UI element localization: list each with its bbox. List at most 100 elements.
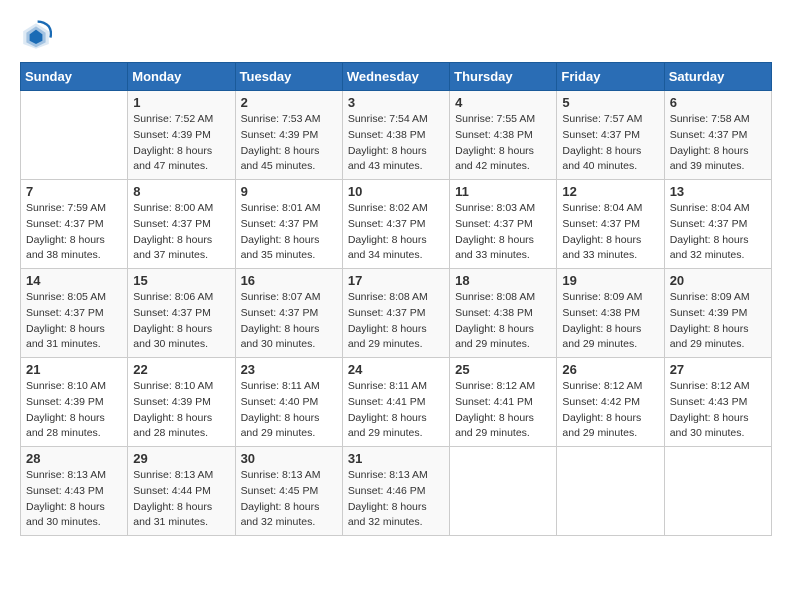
calendar-cell: 27 Sunrise: 8:12 AM Sunset: 4:43 PM Dayli… (664, 358, 771, 447)
day-number: 6 (670, 95, 766, 110)
weekday-header-sunday: Sunday (21, 63, 128, 91)
calendar-cell: 4Sunrise: 7:55 AM Sunset: 4:38 PM Daylig… (450, 91, 557, 180)
weekday-header-tuesday: Tuesday (235, 63, 342, 91)
logo (20, 20, 56, 52)
calendar-cell: 9 Sunrise: 8:01 AM Sunset: 4:37 PM Daylig… (235, 180, 342, 269)
day-number: 9 (241, 184, 337, 199)
calendar-cell: 28 Sunrise: 8:13 AM Sunset: 4:43 PM Dayli… (21, 447, 128, 536)
calendar-cell: 19 Sunrise: 8:09 AM Sunset: 4:38 PM Dayli… (557, 269, 664, 358)
calendar-cell: 6 Sunrise: 7:58 AM Sunset: 4:37 PM Daylig… (664, 91, 771, 180)
day-number: 8 (133, 184, 229, 199)
day-info: Sunrise: 8:11 AM Sunset: 4:40 PM Dayligh… (241, 379, 337, 442)
day-info: Sunrise: 8:13 AM Sunset: 4:45 PM Dayligh… (241, 468, 337, 531)
weekday-header-monday: Monday (128, 63, 235, 91)
calendar-week-3: 14 Sunrise: 8:05 AM Sunset: 4:37 PM Dayli… (21, 269, 772, 358)
day-number: 17 (348, 273, 444, 288)
day-number: 5 (562, 95, 658, 110)
calendar-cell: 3Sunrise: 7:54 AM Sunset: 4:38 PM Daylig… (342, 91, 449, 180)
weekday-header-saturday: Saturday (664, 63, 771, 91)
calendar-cell: 20Sunrise: 8:09 AM Sunset: 4:39 PM Dayli… (664, 269, 771, 358)
calendar-cell: 12Sunrise: 8:04 AM Sunset: 4:37 PM Dayli… (557, 180, 664, 269)
calendar-week-1: 1 Sunrise: 7:52 AM Sunset: 4:39 PM Daylig… (21, 91, 772, 180)
day-info: Sunrise: 8:03 AM Sunset: 4:37 PM Dayligh… (455, 201, 551, 264)
day-number: 2 (241, 95, 337, 110)
calendar-table: SundayMondayTuesdayWednesdayThursdayFrid… (20, 62, 772, 536)
day-info: Sunrise: 8:09 AM Sunset: 4:38 PM Dayligh… (562, 290, 658, 353)
page-header (20, 20, 772, 52)
calendar-cell: 31Sunrise: 8:13 AM Sunset: 4:46 PM Dayli… (342, 447, 449, 536)
day-info: Sunrise: 7:52 AM Sunset: 4:39 PM Dayligh… (133, 112, 229, 175)
day-info: Sunrise: 8:08 AM Sunset: 4:38 PM Dayligh… (455, 290, 551, 353)
day-number: 13 (670, 184, 766, 199)
day-info: Sunrise: 8:08 AM Sunset: 4:37 PM Dayligh… (348, 290, 444, 353)
day-number: 18 (455, 273, 551, 288)
calendar-week-5: 28 Sunrise: 8:13 AM Sunset: 4:43 PM Dayli… (21, 447, 772, 536)
day-number: 11 (455, 184, 551, 199)
calendar-cell (664, 447, 771, 536)
day-number: 22 (133, 362, 229, 377)
day-info: Sunrise: 8:07 AM Sunset: 4:37 PM Dayligh… (241, 290, 337, 353)
calendar-cell: 8 Sunrise: 8:00 AM Sunset: 4:37 PM Daylig… (128, 180, 235, 269)
day-info: Sunrise: 8:05 AM Sunset: 4:37 PM Dayligh… (26, 290, 122, 353)
day-number: 24 (348, 362, 444, 377)
calendar-cell: 2 Sunrise: 7:53 AM Sunset: 4:39 PM Daylig… (235, 91, 342, 180)
day-info: Sunrise: 8:02 AM Sunset: 4:37 PM Dayligh… (348, 201, 444, 264)
day-info: Sunrise: 7:55 AM Sunset: 4:38 PM Dayligh… (455, 112, 551, 175)
calendar-cell: 25 Sunrise: 8:12 AM Sunset: 4:41 PM Dayli… (450, 358, 557, 447)
day-number: 25 (455, 362, 551, 377)
day-number: 28 (26, 451, 122, 466)
calendar-cell: 23 Sunrise: 8:11 AM Sunset: 4:40 PM Dayli… (235, 358, 342, 447)
calendar-week-4: 21 Sunrise: 8:10 AM Sunset: 4:39 PM Dayli… (21, 358, 772, 447)
calendar-body: 1 Sunrise: 7:52 AM Sunset: 4:39 PM Daylig… (21, 91, 772, 536)
calendar-cell: 15Sunrise: 8:06 AM Sunset: 4:37 PM Dayli… (128, 269, 235, 358)
calendar-cell: 10 Sunrise: 8:02 AM Sunset: 4:37 PM Dayli… (342, 180, 449, 269)
day-info: Sunrise: 8:12 AM Sunset: 4:41 PM Dayligh… (455, 379, 551, 442)
day-number: 23 (241, 362, 337, 377)
day-info: Sunrise: 8:13 AM Sunset: 4:43 PM Dayligh… (26, 468, 122, 531)
day-number: 15 (133, 273, 229, 288)
day-info: Sunrise: 8:10 AM Sunset: 4:39 PM Dayligh… (133, 379, 229, 442)
day-number: 29 (133, 451, 229, 466)
day-info: Sunrise: 8:12 AM Sunset: 4:43 PM Dayligh… (670, 379, 766, 442)
calendar-cell: 11 Sunrise: 8:03 AM Sunset: 4:37 PM Dayli… (450, 180, 557, 269)
day-number: 26 (562, 362, 658, 377)
logo-icon (20, 20, 52, 52)
day-number: 7 (26, 184, 122, 199)
calendar-cell: 5Sunrise: 7:57 AM Sunset: 4:37 PM Daylig… (557, 91, 664, 180)
day-info: Sunrise: 8:01 AM Sunset: 4:37 PM Dayligh… (241, 201, 337, 264)
day-number: 1 (133, 95, 229, 110)
weekday-header-thursday: Thursday (450, 63, 557, 91)
weekday-header-friday: Friday (557, 63, 664, 91)
calendar-cell: 21 Sunrise: 8:10 AM Sunset: 4:39 PM Dayli… (21, 358, 128, 447)
day-info: Sunrise: 7:53 AM Sunset: 4:39 PM Dayligh… (241, 112, 337, 175)
day-number: 14 (26, 273, 122, 288)
day-number: 21 (26, 362, 122, 377)
day-info: Sunrise: 8:04 AM Sunset: 4:37 PM Dayligh… (562, 201, 658, 264)
calendar-cell: 1 Sunrise: 7:52 AM Sunset: 4:39 PM Daylig… (128, 91, 235, 180)
weekday-row: SundayMondayTuesdayWednesdayThursdayFrid… (21, 63, 772, 91)
calendar-cell (557, 447, 664, 536)
day-info: Sunrise: 8:04 AM Sunset: 4:37 PM Dayligh… (670, 201, 766, 264)
day-number: 10 (348, 184, 444, 199)
calendar-cell: 16Sunrise: 8:07 AM Sunset: 4:37 PM Dayli… (235, 269, 342, 358)
day-number: 19 (562, 273, 658, 288)
day-number: 30 (241, 451, 337, 466)
day-info: Sunrise: 7:54 AM Sunset: 4:38 PM Dayligh… (348, 112, 444, 175)
day-info: Sunrise: 8:00 AM Sunset: 4:37 PM Dayligh… (133, 201, 229, 264)
calendar-cell (450, 447, 557, 536)
day-info: Sunrise: 8:13 AM Sunset: 4:46 PM Dayligh… (348, 468, 444, 531)
weekday-header-wednesday: Wednesday (342, 63, 449, 91)
calendar-header: SundayMondayTuesdayWednesdayThursdayFrid… (21, 63, 772, 91)
calendar-cell: 29Sunrise: 8:13 AM Sunset: 4:44 PM Dayli… (128, 447, 235, 536)
day-info: Sunrise: 8:12 AM Sunset: 4:42 PM Dayligh… (562, 379, 658, 442)
calendar-cell: 7Sunrise: 7:59 AM Sunset: 4:37 PM Daylig… (21, 180, 128, 269)
calendar-cell: 13 Sunrise: 8:04 AM Sunset: 4:37 PM Dayli… (664, 180, 771, 269)
calendar-week-2: 7Sunrise: 7:59 AM Sunset: 4:37 PM Daylig… (21, 180, 772, 269)
day-number: 27 (670, 362, 766, 377)
day-info: Sunrise: 8:09 AM Sunset: 4:39 PM Dayligh… (670, 290, 766, 353)
calendar-cell: 24Sunrise: 8:11 AM Sunset: 4:41 PM Dayli… (342, 358, 449, 447)
day-info: Sunrise: 8:10 AM Sunset: 4:39 PM Dayligh… (26, 379, 122, 442)
day-info: Sunrise: 7:58 AM Sunset: 4:37 PM Dayligh… (670, 112, 766, 175)
calendar-cell: 30 Sunrise: 8:13 AM Sunset: 4:45 PM Dayli… (235, 447, 342, 536)
calendar-cell: 14 Sunrise: 8:05 AM Sunset: 4:37 PM Dayli… (21, 269, 128, 358)
